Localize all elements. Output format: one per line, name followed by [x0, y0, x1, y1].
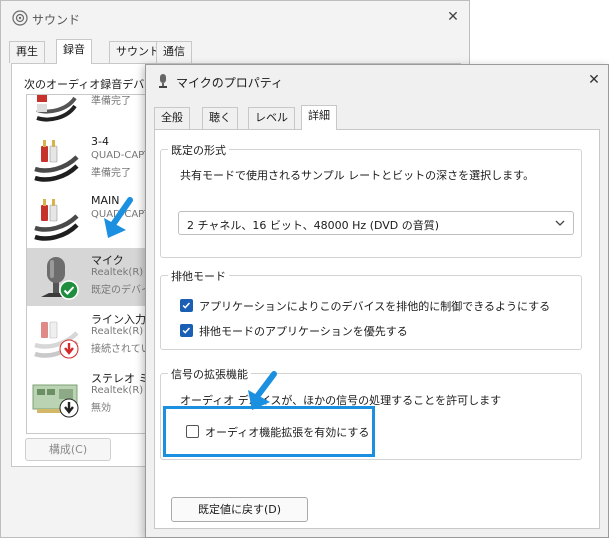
tab-listen[interactable]: 聴く	[202, 107, 238, 129]
signal-enhancements-title: 信号の拡張機能	[168, 366, 251, 382]
props-close-button[interactable]: ✕	[583, 69, 605, 91]
device-status: 無効	[91, 403, 111, 414]
props-titlebar: マイクのプロパティ ✕	[146, 65, 608, 97]
default-format-title: 既定の形式	[168, 142, 229, 158]
configure-button[interactable]: 構成(C)	[25, 438, 111, 461]
default-check-icon	[59, 280, 79, 300]
tab-communications[interactable]: 通信	[156, 41, 192, 63]
rca-cable-icon	[36, 95, 77, 122]
rca-cable-icon	[34, 199, 79, 241]
speaker-icon	[12, 10, 28, 26]
exclusive-control-label: アプリケーションによりこのデバイスを排他的に制御できるようにする	[199, 300, 551, 313]
tab-playback[interactable]: 再生	[9, 41, 45, 63]
mic-properties-window: マイクのプロパティ ✕ 全般 聴く レベル 詳細 既定の形式 共有モードで使用さ…	[145, 64, 609, 538]
sound-titlebar: サウンド ✕	[1, 1, 469, 35]
tab-general[interactable]: 全般	[154, 107, 190, 129]
default-format-description: 共有モードで使用されるサンプル レートとビットの深さを選択します。	[180, 169, 535, 182]
tab-levels[interactable]: レベル	[248, 107, 295, 129]
sound-close-button[interactable]: ✕	[442, 6, 464, 28]
device-name: ライン入力	[91, 313, 146, 326]
tab-recording[interactable]: 録音	[56, 39, 92, 64]
exclusive-control-checkbox[interactable]	[180, 299, 193, 312]
unplugged-icon	[59, 339, 79, 359]
tab-advanced[interactable]: 詳細	[301, 105, 337, 130]
exclusive-mode-title: 排他モード	[168, 268, 229, 284]
device-status: 準備完了	[91, 96, 131, 107]
device-name: 3-4	[91, 135, 109, 148]
default-format-group	[160, 149, 582, 258]
microphone-icon	[159, 74, 167, 88]
sound-window-title: サウンド	[32, 13, 81, 27]
restore-defaults-button[interactable]: 既定値に戻す(D)	[171, 497, 308, 522]
device-name: マイク	[91, 254, 124, 267]
exclusive-priority-checkbox[interactable]	[180, 324, 193, 337]
exclusive-priority-label: 排他モードのアプリケーションを優先する	[199, 325, 408, 338]
callout-arrow-icon	[248, 371, 277, 410]
disabled-icon	[59, 398, 79, 418]
rca-cable-icon	[34, 140, 79, 182]
format-select[interactable]: 2 チャネル、16 ビット、48000 Hz (DVD の音質)	[178, 211, 574, 235]
callout-arrow-icon	[104, 197, 133, 238]
format-select-value: 2 チャネル、16 ビット、48000 Hz (DVD の音質)	[187, 219, 440, 232]
props-window-title: マイクのプロパティ	[176, 76, 284, 90]
chevron-down-icon	[555, 220, 565, 226]
device-status: 準備完了	[91, 168, 131, 179]
